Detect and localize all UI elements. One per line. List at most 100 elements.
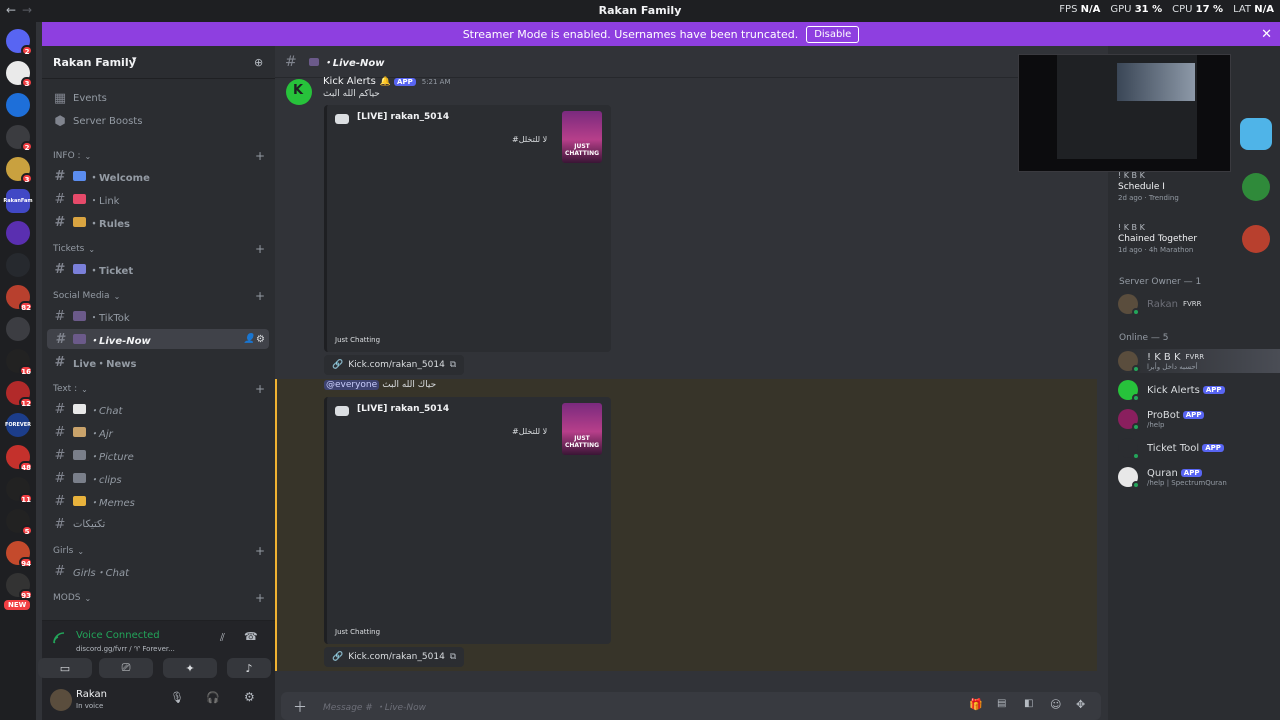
server-icon[interactable] xyxy=(6,93,30,117)
username[interactable]: Rakan xyxy=(76,689,107,700)
stream-preview-overlay[interactable] xyxy=(1018,54,1231,172)
noise-suppression-icon[interactable]: ⫽ xyxy=(220,631,225,645)
channel-item[interactable]: # ・Link xyxy=(47,189,269,209)
channel-category[interactable]: Tickets ⌄ + xyxy=(53,242,265,256)
channel-item[interactable]: # ・Chat xyxy=(47,399,269,419)
server-icon[interactable]: 93 xyxy=(6,573,33,600)
embed-title[interactable]: [LIVE] rakan_5014 xyxy=(357,112,449,122)
server-icon[interactable]: 12 xyxy=(6,381,33,408)
channel-label: Live・News xyxy=(73,358,137,370)
channel-item[interactable]: # ・clips xyxy=(47,468,269,488)
gif-icon[interactable]: ▤ xyxy=(997,698,1006,709)
member-row[interactable]: Quran APP/help | SpectrumQuran xyxy=(1118,465,1278,489)
server-icon[interactable] xyxy=(6,317,30,341)
sticker-icon[interactable]: ◧ xyxy=(1024,698,1033,709)
member-row[interactable]: Kick Alerts APP xyxy=(1118,378,1278,402)
embed-thumbnail[interactable]: JUST CHATTING xyxy=(562,111,602,163)
disable-button[interactable]: Disable xyxy=(806,25,860,43)
activities-button[interactable]: ✦ xyxy=(163,658,217,678)
member-row[interactable]: Rakan FVRR xyxy=(1118,292,1278,316)
server-icon[interactable] xyxy=(6,221,30,245)
server-icon[interactable]: 82 xyxy=(6,285,33,312)
message-time: 5:21 AM xyxy=(421,77,451,86)
channel-item[interactable]: # ・TikTok xyxy=(47,306,269,326)
channel-category[interactable]: Social Media ⌄ + xyxy=(53,289,265,303)
add-channel-icon[interactable]: + xyxy=(255,544,265,558)
add-channel-icon[interactable]: + xyxy=(255,242,265,256)
chat-area: # ・Live-Now K Kick Alerts 🔔 APP 5:21 AM … xyxy=(275,46,1108,720)
channel-item[interactable]: # ・Ticket xyxy=(47,259,269,279)
soundboard-button[interactable]: ♪ xyxy=(227,658,271,678)
message-input[interactable]: ＋ Message # ・Live-Now 🎁 ▤ ◧ ☺ ✥ xyxy=(281,692,1101,720)
server-icon[interactable]: 5 xyxy=(6,509,33,536)
close-icon[interactable]: ✕ xyxy=(1261,27,1272,42)
camera-button[interactable]: ▭ xyxy=(38,658,92,678)
avatar[interactable] xyxy=(50,689,72,711)
channel-category[interactable]: Girls ⌄ + xyxy=(53,544,265,558)
everyone-mention[interactable]: @everyone xyxy=(324,380,380,390)
add-channel-icon[interactable]: + xyxy=(255,289,265,303)
add-channel-icon[interactable]: + xyxy=(255,382,265,396)
headphones-icon[interactable]: 🎧 xyxy=(206,691,220,704)
voice-server[interactable]: discord.gg/fvrr / ♈ Forever... xyxy=(76,645,175,653)
link-button[interactable]: 🔗 Kick.com/rakan_5014 ⧉ xyxy=(324,647,465,667)
activity-card[interactable]: ! K B K Schedule I 2d ago · Trending xyxy=(1118,171,1278,202)
server-icon[interactable]: 11 xyxy=(6,477,33,504)
member-row[interactable]: Ticket Tool APP xyxy=(1118,436,1278,460)
apps-icon[interactable]: ✥ xyxy=(1076,698,1085,711)
server-icon[interactable]: 2 xyxy=(6,29,33,56)
sidebar-item-events[interactable]: ▦ Events xyxy=(47,88,269,108)
server-name[interactable]: Rakan Family xyxy=(53,56,136,69)
gear-icon[interactable]: ⚙ xyxy=(244,690,255,704)
stat-item: FPS N/A xyxy=(1059,4,1100,15)
server-icon[interactable]: 94 xyxy=(6,541,33,568)
gift-icon[interactable]: 🎁 xyxy=(969,698,983,711)
link-button[interactable]: 🔗 Kick.com/rakan_5014 ⧉ xyxy=(324,355,465,375)
server-icon[interactable]: 3 xyxy=(6,157,33,184)
screenshare-button[interactable]: ⎚ xyxy=(99,658,153,678)
chevron-down-icon[interactable]: ▾ xyxy=(132,55,137,65)
embed-thumbnail[interactable]: JUST CHATTING xyxy=(562,403,602,455)
app-tag: APP xyxy=(394,77,416,86)
mic-icon[interactable]: 🎙 xyxy=(170,691,184,704)
signal-icon[interactable] xyxy=(52,631,66,645)
channel-item[interactable]: # ・Picture xyxy=(47,445,269,465)
server-icon[interactable]: 48 xyxy=(6,445,33,472)
gear-icon[interactable]: ⚙ xyxy=(256,334,265,345)
server-icon[interactable]: FOREVER xyxy=(5,413,31,437)
add-member-icon[interactable]: 👤 xyxy=(244,334,255,344)
embed-title[interactable]: [LIVE] rakan_5014 xyxy=(357,404,449,414)
channel-label: ・Picture xyxy=(89,451,134,463)
member-row[interactable]: ProBot APP/help xyxy=(1118,407,1278,431)
server-icon[interactable]: 2 xyxy=(6,125,33,152)
bot-avatar[interactable]: K xyxy=(286,79,312,105)
channel-item[interactable]: # ・Rules xyxy=(47,212,269,232)
add-user-icon[interactable]: ⊕ xyxy=(254,56,263,69)
server-icon[interactable] xyxy=(6,253,30,277)
server-icon[interactable]: RakanFam xyxy=(3,189,33,213)
channel-item[interactable]: # ・Memes xyxy=(47,491,269,511)
server-icon[interactable]: 16 xyxy=(6,349,33,376)
channel-item[interactable]: # ・Ajr xyxy=(47,422,269,442)
channel-item[interactable]: # ・Welcome xyxy=(47,166,269,186)
add-attachment-icon[interactable]: ＋ xyxy=(293,697,307,717)
activity-card-icon[interactable] xyxy=(1240,118,1272,150)
avatar xyxy=(1118,294,1140,316)
member-row[interactable]: ! K B K FVRR أحسبه داخل وأبرا xyxy=(1118,349,1280,373)
channel-item[interactable]: # Girls・Chat xyxy=(47,561,269,581)
disconnect-icon[interactable]: ☎ xyxy=(244,630,258,643)
add-channel-icon[interactable]: + xyxy=(255,149,265,163)
emoji-icon[interactable]: ☺ xyxy=(1050,698,1061,711)
message-author[interactable]: Kick Alerts xyxy=(323,76,376,87)
channel-item[interactable]: # تكتيكات xyxy=(47,514,269,534)
server-icon[interactable]: 3 xyxy=(6,61,33,88)
activity-card[interactable]: ! K B K Chained Together 1d ago · 4h Marat… xyxy=(1118,223,1278,254)
channel-category[interactable]: MODS ⌄ + xyxy=(53,591,265,605)
channel-category[interactable]: INFO : ⌄ + xyxy=(53,149,265,163)
channel-item[interactable]: # ・Live-Now 👤 ⚙ xyxy=(47,329,269,349)
channel-category[interactable]: Text : ⌄ + xyxy=(53,382,265,396)
add-channel-icon[interactable]: + xyxy=(255,591,265,605)
channel-item[interactable]: # Live・News xyxy=(47,352,269,372)
sidebar-item-boosts[interactable]: ⬢ Server Boosts xyxy=(47,111,269,131)
thumbnail-text: JUST CHATTING xyxy=(564,143,600,157)
